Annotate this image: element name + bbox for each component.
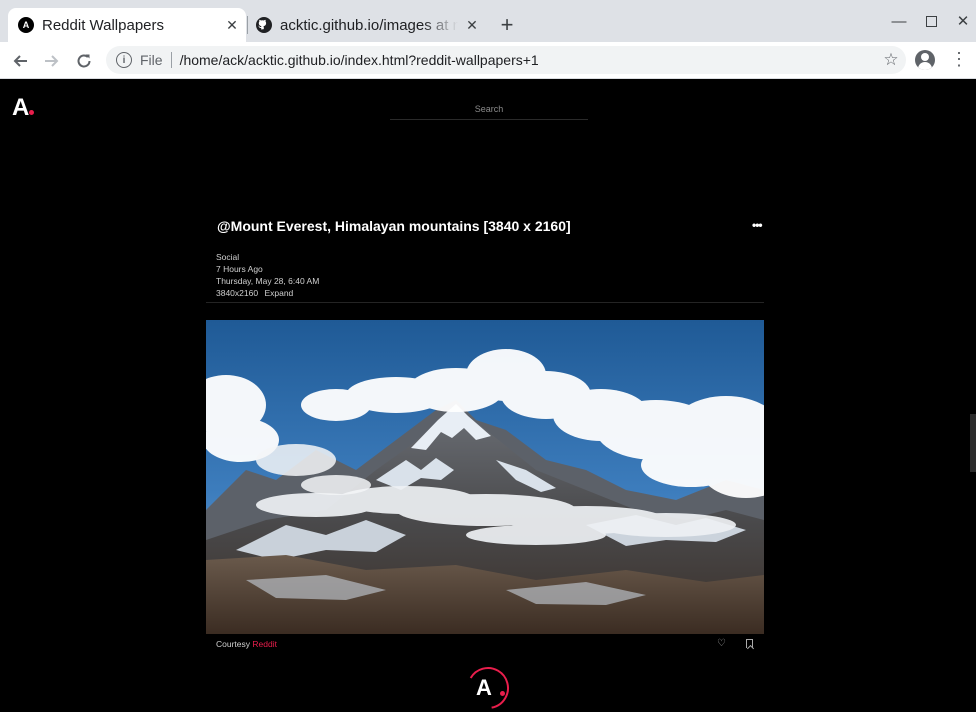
tab-close-icon[interactable]: ✕ bbox=[458, 11, 486, 39]
post-title: @Mount Everest, Himalayan mountains [384… bbox=[217, 218, 571, 234]
bookmark-icon[interactable] bbox=[746, 639, 753, 648]
tab-strip: A Reddit Wallpapers ✕ acktic.github.io/i… bbox=[0, 0, 976, 42]
new-tab-button[interactable]: + bbox=[494, 12, 520, 38]
courtesy-credit: Courtesy Reddit bbox=[216, 639, 277, 649]
post-relative-time: 7 Hours Ago bbox=[216, 264, 263, 274]
heart-icon[interactable]: ♡ bbox=[717, 638, 726, 649]
loader-logo-dot bbox=[500, 691, 505, 696]
profile-avatar-icon[interactable] bbox=[915, 50, 935, 70]
site-favicon-icon: A bbox=[18, 17, 34, 33]
tab-close-icon[interactable]: ✕ bbox=[218, 11, 246, 39]
back-arrow-icon[interactable] bbox=[7, 48, 33, 74]
site-logo-letter: A bbox=[12, 94, 29, 121]
bookmark-star-icon[interactable]: ☆ bbox=[876, 50, 906, 70]
maximize-icon[interactable] bbox=[921, 10, 941, 32]
close-window-icon[interactable]: ✕ bbox=[953, 10, 973, 32]
post-resolution: 3840x2160 bbox=[216, 288, 259, 298]
url-text[interactable]: /home/ack/acktic.github.io/index.html?re… bbox=[180, 52, 876, 68]
forward-arrow-icon[interactable] bbox=[39, 48, 65, 74]
site-logo[interactable]: A bbox=[12, 94, 35, 122]
post-footer: Courtesy Reddit ♡ bbox=[206, 636, 764, 654]
loading-spinner: A bbox=[466, 666, 510, 710]
search-input[interactable] bbox=[390, 98, 588, 120]
loader-logo-letter: A bbox=[476, 675, 492, 700]
courtesy-label: Courtesy bbox=[216, 639, 251, 649]
minimize-icon[interactable]: — bbox=[889, 10, 909, 32]
more-options-icon[interactable]: ••• bbox=[752, 218, 763, 232]
omnibox-divider bbox=[170, 52, 172, 68]
courtesy-source-link[interactable]: Reddit bbox=[252, 639, 277, 649]
expand-link[interactable]: Expand bbox=[264, 288, 293, 298]
tab-title: acktic.github.io/images at master bbox=[280, 16, 458, 34]
tab-github[interactable]: acktic.github.io/images at master ✕ bbox=[248, 8, 486, 42]
post-meta: Social 7 Hours Ago Thursday, May 28, 6:4… bbox=[216, 251, 319, 299]
tab-title: Reddit Wallpapers bbox=[42, 16, 164, 34]
page-content: A @Mount Everest, Himalayan mountains [3… bbox=[0, 80, 976, 712]
tab-reddit-wallpapers[interactable]: A Reddit Wallpapers ✕ bbox=[8, 8, 246, 42]
wallpaper-image[interactable] bbox=[206, 320, 764, 634]
github-icon bbox=[256, 17, 272, 33]
info-icon[interactable]: i bbox=[116, 52, 132, 68]
reload-icon[interactable] bbox=[71, 48, 97, 74]
post-datetime: Thursday, May 28, 6:40 AM bbox=[216, 276, 320, 286]
post-source-type: Social bbox=[216, 252, 240, 262]
logo-dot bbox=[29, 110, 35, 115]
browser-menu-icon[interactable]: ⋮ bbox=[950, 50, 968, 72]
browser-toolbar: i File /home/ack/acktic.github.io/index.… bbox=[0, 42, 976, 79]
address-bar[interactable]: i File /home/ack/acktic.github.io/index.… bbox=[106, 46, 906, 74]
post-divider bbox=[206, 302, 764, 303]
scrollbar-thumb[interactable] bbox=[970, 414, 976, 472]
url-scheme: File bbox=[140, 52, 163, 68]
